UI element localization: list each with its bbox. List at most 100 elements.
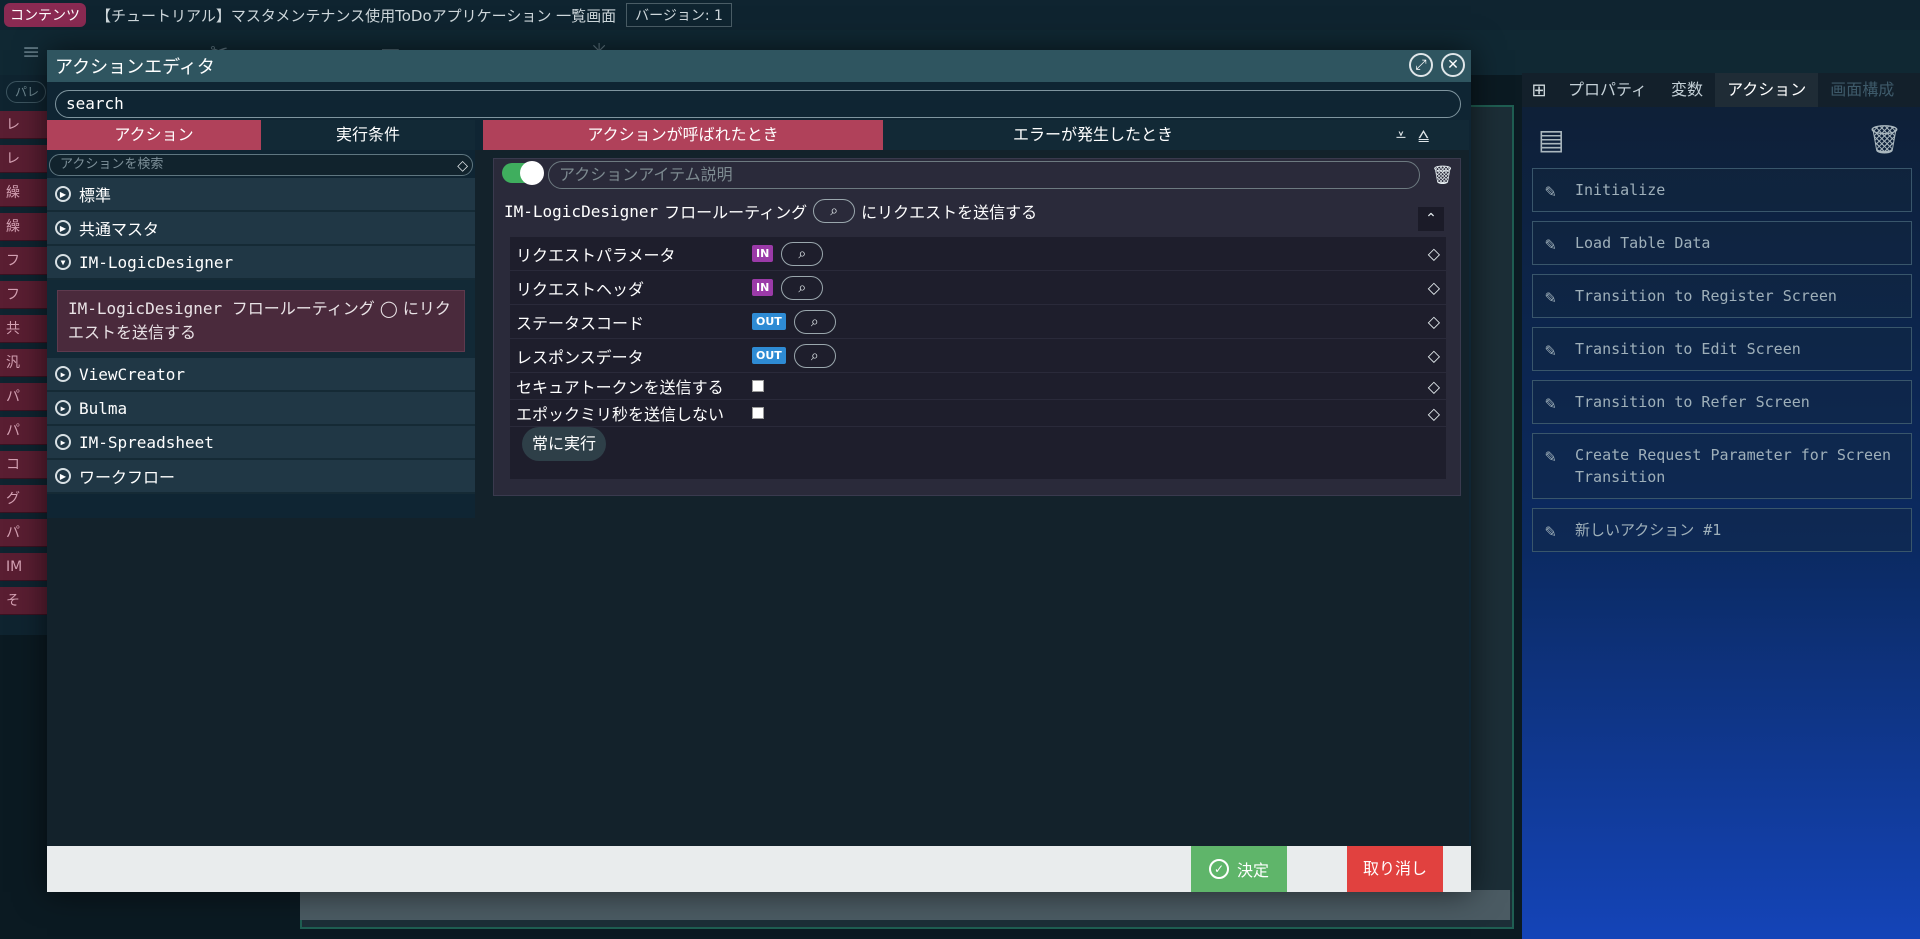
palette-item[interactable]: IM [0, 553, 48, 581]
dialog-title: アクションエディタ [55, 57, 215, 78]
action-list-item[interactable]: ✎ Transition to Register Screen [1532, 274, 1912, 318]
canvas-scrollbar[interactable] [300, 890, 1510, 920]
palette-item[interactable]: パ [0, 417, 48, 445]
palette-item[interactable]: フ [0, 281, 48, 309]
expand-icon[interactable]: ⤢ [1409, 53, 1433, 77]
expand-arrow-icon: ▶ [55, 220, 71, 236]
category-bulma[interactable]: ▶ Bulma [47, 392, 475, 426]
palette-item[interactable]: レ [0, 145, 48, 173]
palette-item[interactable]: そ [0, 587, 48, 615]
palette-item[interactable]: 繰 [0, 213, 48, 241]
pencil-icon: ✎ [1545, 446, 1556, 467]
palette-item[interactable]: コ [0, 451, 48, 479]
expand-all-icon[interactable]: ⩡ [1396, 125, 1406, 146]
eraser-icon[interactable]: ◇ [1428, 312, 1440, 331]
action-list-item[interactable]: ✎ Transition to Edit Screen [1532, 327, 1912, 371]
action-list-item[interactable]: ✎ Create Request Parameter for Screen Tra… [1532, 433, 1912, 499]
out-badge: OUT [752, 347, 786, 364]
dialog-titlebar[interactable]: アクションエディタ ⤢ ✕ [47, 50, 1471, 82]
pencil-icon: ✎ [1545, 521, 1556, 542]
tab-screen-structure[interactable]: 画面構成 [1818, 73, 1906, 107]
search-icon[interactable]: ⌕ [813, 199, 856, 223]
action-description-input[interactable]: アクションアイテム説明 [548, 161, 1420, 189]
right-content-tabs: アクションが呼ばれたとき エラーが発生したとき ⩡ ⩠ [483, 120, 1469, 150]
left-pane-empty [47, 518, 475, 846]
category-workflow[interactable]: ▶ ワークフロー [47, 460, 475, 494]
trash-icon[interactable]: 🗑 [1431, 165, 1454, 186]
tab-action[interactable]: アクション [47, 120, 261, 150]
action-list-item[interactable]: ✎ 新しいアクション #1 [1532, 508, 1912, 552]
expand-arrow-icon: ▶ [55, 434, 71, 450]
circle-icon: ◯ [379, 299, 398, 318]
tab-actions[interactable]: アクション [1715, 73, 1819, 107]
search-icon[interactable]: ⌕ [793, 343, 836, 368]
action-category-list: ▶ 標準 ▶ 共通マスタ ▼ IM-LogicDesigner IM-LogicDes… [47, 178, 475, 494]
pane-divider[interactable] [475, 150, 483, 892]
content-badge[interactable]: コンテンツ [4, 3, 86, 27]
eraser-icon[interactable]: ◇ [1428, 377, 1440, 396]
category-spreadsheet[interactable]: ▶ IM-Spreadsheet [47, 426, 475, 460]
tab-on-error[interactable]: エラーが発生したとき [883, 120, 1303, 150]
pencil-icon: ✎ [1545, 287, 1556, 308]
pencil-icon: ✎ [1545, 234, 1556, 255]
search-icon[interactable]: ⌕ [781, 241, 824, 266]
panel-toggle-icon[interactable]: ⊞ [1522, 80, 1556, 101]
collapse-all-icon[interactable]: ⩠ [1418, 125, 1429, 146]
palette-item[interactable]: パ [0, 519, 48, 547]
action-content-area: アクションアイテム説明 🗑 IM-LogicDesigner フロールーティング… [483, 150, 1469, 846]
action-list-item[interactable]: ✎ Load Table Data [1532, 221, 1912, 265]
close-icon[interactable]: ✕ [1441, 53, 1465, 77]
tab-condition[interactable]: 実行条件 [261, 120, 475, 150]
out-badge: OUT [752, 313, 786, 330]
palette-item[interactable]: 共 [0, 315, 48, 343]
category-standard[interactable]: ▶ 標準 [47, 178, 475, 212]
top-header-bar: コンテンツ 【チュートリアル】マスタメンテナンス使用ToDoアプリケーション 一… [0, 0, 1920, 30]
category-logicdesigner[interactable]: ▼ IM-LogicDesigner [47, 246, 475, 280]
param-row: リクエストパラメータ IN ⌕ ◇ [510, 237, 1446, 271]
eraser-icon[interactable]: ◇ [1428, 404, 1440, 423]
epoch-millis-checkbox[interactable] [752, 407, 764, 419]
eraser-icon[interactable]: ◇ [1428, 278, 1440, 297]
palette-panel: パレ レ レ 繰 繰 フ フ 共 汎 パ パ コ グ パ IM そ [0, 75, 48, 635]
add-action-icon[interactable]: ▤ [1538, 123, 1564, 156]
cancel-button[interactable]: 取り消し [1347, 846, 1443, 892]
action-list-item[interactable]: ✎ Transition to Refer Screen [1532, 380, 1912, 424]
palette-search[interactable]: パレ [6, 81, 46, 103]
action-list-item[interactable]: ✎ Initialize [1532, 168, 1912, 212]
tab-on-called[interactable]: アクションが呼ばれたとき [483, 120, 883, 150]
category-common-master[interactable]: ▶ 共通マスタ [47, 212, 475, 246]
palette-item[interactable]: 繰 [0, 179, 48, 207]
pencil-icon: ✎ [1545, 340, 1556, 361]
database-icon[interactable]: ≡ [22, 40, 40, 65]
pencil-icon: ✎ [1545, 181, 1556, 202]
secure-token-checkbox[interactable] [752, 380, 764, 392]
global-search-input[interactable]: search [55, 90, 1461, 118]
palette-item[interactable]: 汎 [0, 349, 48, 377]
check-row: エポックミリ秒を送信しない ◇ [510, 400, 1446, 427]
enable-toggle[interactable] [502, 161, 544, 185]
category-viewcreator[interactable]: ▶ ViewCreator [47, 358, 475, 392]
palette-item[interactable]: レ [0, 111, 48, 139]
expand-arrow-icon: ▶ [55, 400, 71, 416]
tab-properties[interactable]: プロパティ [1556, 73, 1659, 107]
palette-item[interactable]: パ [0, 383, 48, 411]
always-run-button[interactable]: 常に実行 [522, 427, 607, 461]
logicdesigner-flow-routing-item[interactable]: IM-LogicDesigner フロールーティング ◯ にリクエストを送信する [57, 290, 465, 352]
trash-icon[interactable]: 🗑 [1866, 123, 1902, 156]
search-icon[interactable]: ⌕ [781, 275, 824, 300]
right-panel: ⊞ プロパティ 変数 アクション 画面構成 ▤ 🗑 ✎ Initialize ✎ L… [1522, 73, 1920, 939]
eraser-icon[interactable]: ◇ [1428, 244, 1440, 263]
pencil-icon: ✎ [1545, 393, 1556, 414]
collapse-card-icon[interactable]: ⌃ [1418, 207, 1444, 231]
app-title: 【チュートリアル】マスタメンテナンス使用ToDoアプリケーション 一覧画面 [96, 6, 617, 25]
ok-button[interactable]: ✓ 決定 [1191, 846, 1287, 892]
left-pane-tabs: アクション 実行条件 [47, 120, 475, 150]
palette-item[interactable]: グ [0, 485, 48, 513]
version-box[interactable]: バージョン: 1 [626, 3, 732, 27]
eraser-icon[interactable]: ◇ [1428, 346, 1440, 365]
search-icon[interactable]: ⌕ [793, 309, 836, 334]
action-search-input[interactable]: アクションを検索 ◇ [49, 154, 473, 176]
tab-variables[interactable]: 変数 [1659, 73, 1715, 107]
eraser-icon[interactable]: ◇ [457, 156, 468, 176]
palette-item[interactable]: フ [0, 247, 48, 275]
